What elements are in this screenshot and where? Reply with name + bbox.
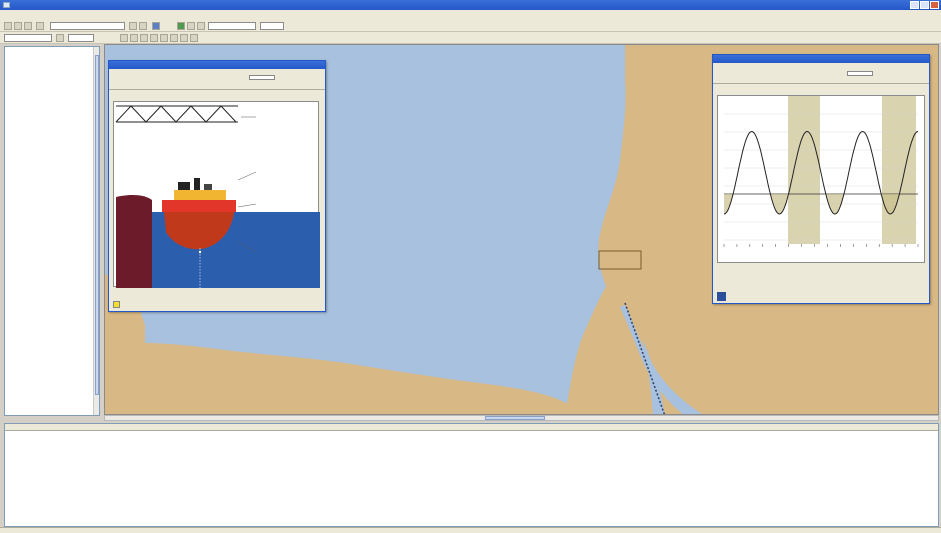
legend-swatch-icon	[717, 292, 726, 301]
tide-chart-panel	[717, 95, 925, 263]
select-icon[interactable]	[150, 34, 158, 42]
time-field[interactable]	[260, 22, 284, 30]
measure-icon[interactable]	[160, 34, 168, 42]
ship-funnel	[194, 178, 200, 190]
play-icon[interactable]	[177, 22, 185, 30]
tide-chart	[723, 96, 919, 247]
zoom-out-icon[interactable]	[130, 34, 138, 42]
open-icon[interactable]	[36, 22, 44, 30]
bridge-truss	[115, 105, 238, 123]
clearance-subheader	[109, 75, 325, 81]
draught-pointer	[237, 203, 257, 208]
vessel-list-header	[5, 424, 938, 431]
height-pointer	[237, 171, 257, 181]
ship-deck	[162, 200, 236, 212]
print-icon[interactable]	[180, 34, 188, 42]
ship-crane	[204, 184, 212, 190]
dropdown-icon[interactable]	[56, 34, 64, 42]
home-icon[interactable]	[24, 22, 32, 30]
back-icon[interactable]	[4, 22, 12, 30]
window-controls	[910, 1, 939, 9]
clearance-diagram	[115, 105, 320, 288]
clearance-select[interactable]	[249, 75, 275, 80]
ship-bridge-house	[178, 182, 190, 190]
clearance-dialog-title	[109, 61, 325, 69]
date-field[interactable]	[208, 22, 256, 30]
warning-icon	[113, 301, 120, 308]
menu-bar	[0, 10, 941, 20]
clearance-tabs	[109, 81, 325, 90]
main-toolbar	[0, 20, 941, 32]
position-field[interactable]	[4, 34, 52, 42]
tide-tabs	[713, 75, 929, 84]
application-window	[0, 0, 941, 533]
scale-field[interactable]	[68, 34, 94, 42]
vessel-list	[4, 423, 939, 527]
clearance-dialog[interactable]	[108, 60, 326, 312]
status-bar	[0, 527, 941, 533]
close-button[interactable]	[930, 1, 939, 9]
land-south	[105, 342, 583, 414]
title-bar	[0, 0, 941, 10]
minimize-button[interactable]	[910, 1, 919, 9]
tree-scrollbar[interactable]	[93, 47, 99, 415]
tide-dialog[interactable]	[712, 54, 930, 304]
maximize-button[interactable]	[920, 1, 929, 9]
clearance-diagram-panel	[113, 101, 320, 288]
app-icon	[3, 2, 10, 8]
quay-wall	[116, 195, 152, 288]
tide-dialog-title	[713, 55, 929, 63]
layer-tree	[4, 46, 100, 416]
anchor-marker	[198, 250, 202, 254]
pause-icon[interactable]	[187, 22, 195, 30]
secondary-toolbar	[0, 32, 941, 44]
map-scrollbar[interactable]	[104, 415, 939, 421]
vessel-input[interactable]	[50, 22, 125, 30]
ship-superstructure	[174, 190, 226, 200]
forward-icon[interactable]	[14, 22, 22, 30]
layers-icon[interactable]	[170, 34, 178, 42]
stop-icon[interactable]	[197, 22, 205, 30]
zoom-in-icon[interactable]	[120, 34, 128, 42]
tide-icon[interactable]	[152, 22, 160, 30]
help-icon[interactable]	[190, 34, 198, 42]
go-icon[interactable]	[129, 22, 137, 30]
pan-icon[interactable]	[140, 34, 148, 42]
tide-x-ticks	[723, 244, 919, 247]
refresh-icon[interactable]	[139, 22, 147, 30]
